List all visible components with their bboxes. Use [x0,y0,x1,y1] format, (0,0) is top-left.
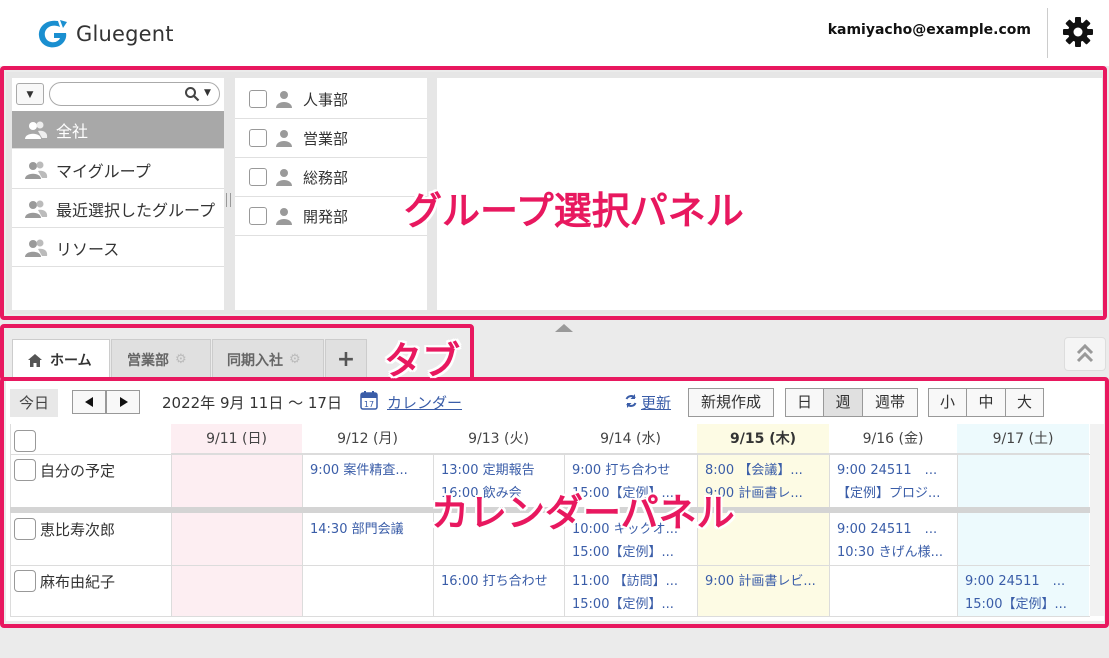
app-logo[interactable]: Gluegent [36,16,174,52]
group-panel-annotation: グループ選択パネル [404,189,744,233]
calendar-panel-annotation: カレンダーパネル [431,491,735,535]
app-name: Gluegent [76,22,174,46]
collapse-panel-arrow-icon[interactable] [555,324,573,332]
header-divider [1047,8,1048,58]
collapse-all-button[interactable] [1064,337,1106,371]
gluegent-logo-icon [38,20,67,48]
gear-icon[interactable] [1062,16,1094,48]
user-email[interactable]: kamiyacho@example.com [828,22,1031,38]
double-chevron-up-icon [1076,343,1094,363]
tab-annotation: タブ [384,339,461,383]
